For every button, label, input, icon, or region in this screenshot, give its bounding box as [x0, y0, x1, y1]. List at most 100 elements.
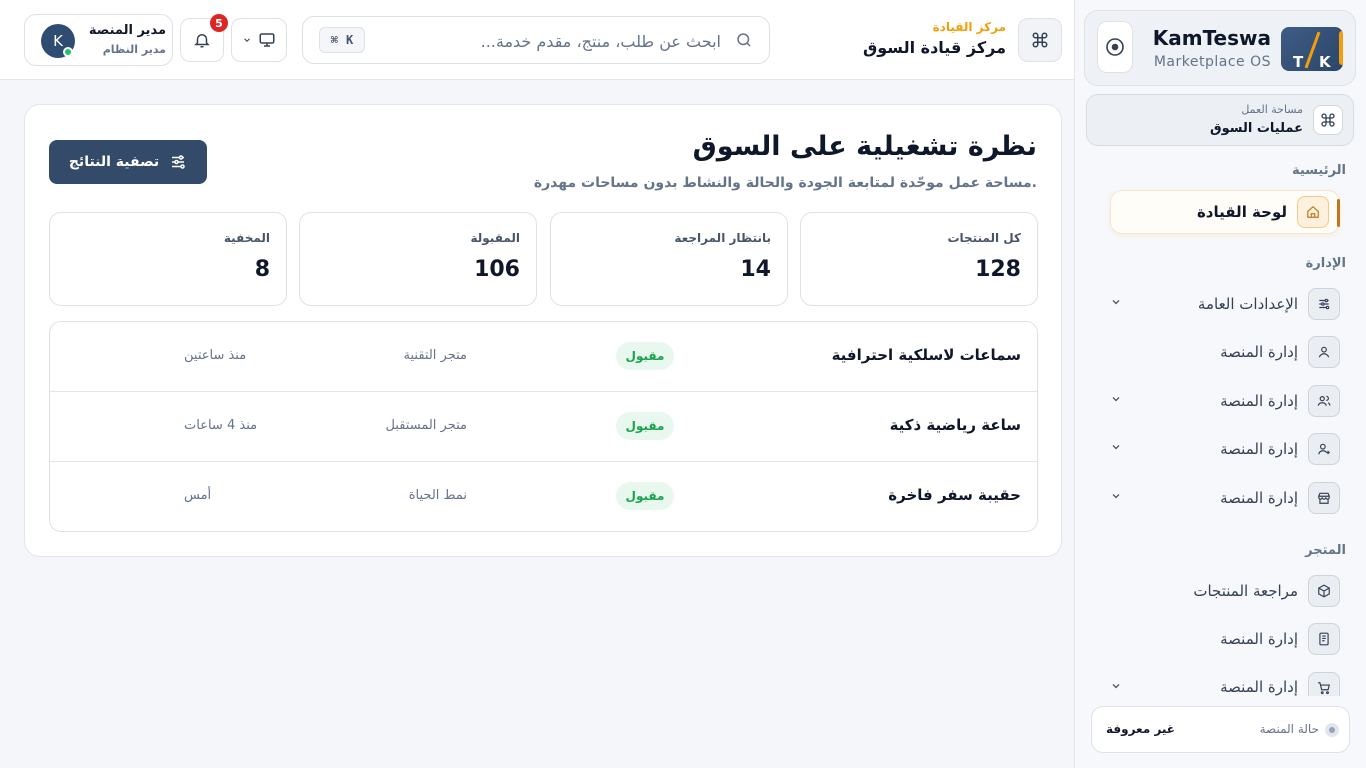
products-table: سماعات لاسلكية احترافية مقبول متجر التقن… — [49, 321, 1038, 532]
product-name: حقيبة سفر فاخرة — [888, 486, 1021, 504]
sidebar-item-platform-3[interactable]: إدارة المنصة — [1110, 427, 1340, 471]
sidebar-item-label: إدارة المنصة — [1220, 630, 1298, 648]
platform-status: حالة المنصة غير معروفة — [1091, 706, 1350, 753]
panel-subtitle: مساحة عمل موحّدة لمتابعة الجودة والحالة … — [533, 175, 1037, 191]
filter-results-button[interactable]: تصفية النتائج — [49, 140, 207, 184]
status-badge: مقبول — [616, 482, 674, 510]
workspace-value: عمليات السوق — [1209, 121, 1303, 136]
user-icon — [1308, 336, 1340, 368]
topbar: مركز القيادة مركز قيادة السوق ⌘ K 5 K مد… — [0, 0, 1074, 80]
platform-status-value: غير معروفة — [1106, 722, 1175, 736]
brand-subtitle: Marketplace OS — [1153, 54, 1271, 70]
chevron-down-icon — [1110, 296, 1122, 308]
sidebar-item-dashboard[interactable]: لوحة القيادة — [1110, 190, 1340, 234]
user-name: مدير المنصة — [88, 23, 166, 38]
status-badge: مقبول — [616, 342, 674, 370]
stat-label: كل المنتجات — [947, 231, 1021, 245]
sidebar-item-platform-1[interactable]: إدارة المنصة — [1110, 330, 1340, 374]
panel-title: نظرة تشغيلية على السوق — [692, 131, 1037, 162]
stat-label: المخفية — [223, 231, 270, 245]
box-icon — [1308, 575, 1340, 607]
display-mode-button[interactable] — [231, 18, 287, 62]
sliders-icon — [169, 153, 187, 171]
sidebar-item-label: إدارة المنصة — [1220, 678, 1298, 696]
status-badge: مقبول — [616, 412, 674, 440]
chevron-down-icon — [1110, 680, 1122, 692]
brand-logo-letter: K — [1319, 53, 1331, 71]
platform-status-label: حالة المنصة — [1259, 722, 1319, 736]
sidebar-item-label: مراجعة المنتجات — [1193, 582, 1298, 600]
table-row[interactable]: ساعة رياضية ذكية مقبول متجر المستقبل منذ… — [50, 392, 1037, 462]
timestamp: أمس — [184, 488, 212, 503]
table-row[interactable]: حقيبة سفر فاخرة مقبول نمط الحياة أمس — [50, 462, 1037, 531]
stat-value: 8 — [254, 257, 270, 282]
timestamp: منذ 4 ساعات — [184, 418, 258, 433]
overview-panel: نظرة تشغيلية على السوق مساحة عمل موحّدة … — [24, 104, 1062, 557]
search-icon — [735, 31, 753, 49]
stat-card-pending-review[interactable]: بانتظار المراجعة 14 — [550, 212, 788, 306]
search-input[interactable] — [421, 27, 721, 55]
workspace-label: مساحة العمل — [1241, 103, 1303, 116]
sidebar: T K KamTeswa Marketplace OS مساحة العمل … — [1074, 0, 1366, 768]
monitor-icon — [258, 31, 276, 49]
chevron-down-icon — [242, 35, 252, 45]
timestamp: منذ ساعتين — [184, 348, 247, 363]
search-box: ⌘ K — [302, 16, 770, 64]
stat-card-hidden[interactable]: المخفية 8 — [49, 212, 287, 306]
store-name: نمط الحياة — [408, 488, 467, 503]
stat-value: 128 — [975, 257, 1021, 282]
chevron-down-icon — [1110, 441, 1122, 453]
sidebar-toggle-button[interactable] — [1097, 21, 1133, 73]
brand-name: KamTeswa — [1152, 26, 1271, 50]
cart-icon — [1308, 672, 1340, 696]
workspace-switcher[interactable]: مساحة العمل عمليات السوق — [1086, 94, 1354, 146]
receipt-icon — [1308, 623, 1340, 655]
user-menu[interactable]: K مدير المنصة مدير النظام — [24, 14, 173, 66]
online-indicator — [63, 47, 73, 57]
brand-logo-letter: T — [1293, 53, 1304, 71]
command-icon — [1031, 31, 1049, 49]
notifications-button[interactable]: 5 — [180, 14, 228, 62]
sidebar-item-label: الإعدادات العامة — [1197, 295, 1298, 313]
notification-count-badge: 5 — [210, 14, 228, 32]
nav-section-store: المتجر — [1305, 543, 1346, 558]
sidebar-item-general-settings[interactable]: الإعدادات العامة — [1110, 282, 1340, 326]
nav-section-main: الرئيسية — [1291, 163, 1346, 178]
stat-card-accepted[interactable]: المقبولة 106 — [299, 212, 537, 306]
product-name: ساعة رياضية ذكية — [889, 416, 1021, 434]
stat-value: 14 — [740, 257, 771, 282]
brand-card: T K KamTeswa Marketplace OS — [1084, 10, 1356, 86]
target-icon — [1105, 37, 1125, 57]
stat-label: المقبولة — [470, 231, 520, 245]
nav-section-admin: الإدارة — [1305, 256, 1346, 271]
status-dot-icon — [1325, 723, 1339, 737]
sliders-icon — [1308, 288, 1340, 320]
sidebar-item-platform-2[interactable]: إدارة المنصة — [1110, 379, 1340, 423]
store-icon — [1308, 482, 1340, 514]
store-name: متجر المستقبل — [385, 418, 467, 433]
sidebar-item-platform-5[interactable]: إدارة المنصة — [1110, 617, 1340, 661]
users-icon — [1308, 385, 1340, 417]
stat-value: 106 — [474, 257, 520, 282]
shortcut-hint: ⌘ K — [319, 27, 365, 53]
sidebar-item-label: لوحة القيادة — [1196, 203, 1287, 221]
user-role: مدير النظام — [102, 43, 166, 56]
sidebar-item-product-review[interactable]: مراجعة المنتجات — [1110, 569, 1340, 613]
shortcut-key: K — [346, 33, 354, 47]
command-icon — [1313, 105, 1343, 135]
brand-logo: T K — [1281, 27, 1343, 71]
user-plus-icon — [1308, 433, 1340, 465]
command-palette-button[interactable] — [1018, 18, 1062, 62]
sidebar-item-platform-6[interactable]: إدارة المنصة — [1110, 666, 1340, 696]
command-key-icon: ⌘ — [330, 33, 338, 47]
filter-results-label: تصفية النتائج — [68, 154, 160, 170]
sidebar-item-label: إدارة المنصة — [1220, 392, 1298, 410]
table-row[interactable]: سماعات لاسلكية احترافية مقبول متجر التقن… — [50, 322, 1037, 392]
sidebar-item-label: إدارة المنصة — [1220, 489, 1298, 507]
chevron-down-icon — [1110, 393, 1122, 405]
breadcrumb[interactable]: مركز القيادة — [933, 20, 1006, 34]
sidebar-item-label: إدارة المنصة — [1220, 440, 1298, 458]
sidebar-item-label: إدارة المنصة — [1220, 343, 1298, 361]
sidebar-item-platform-4[interactable]: إدارة المنصة — [1110, 476, 1340, 520]
stat-card-all-products[interactable]: كل المنتجات 128 — [800, 212, 1038, 306]
